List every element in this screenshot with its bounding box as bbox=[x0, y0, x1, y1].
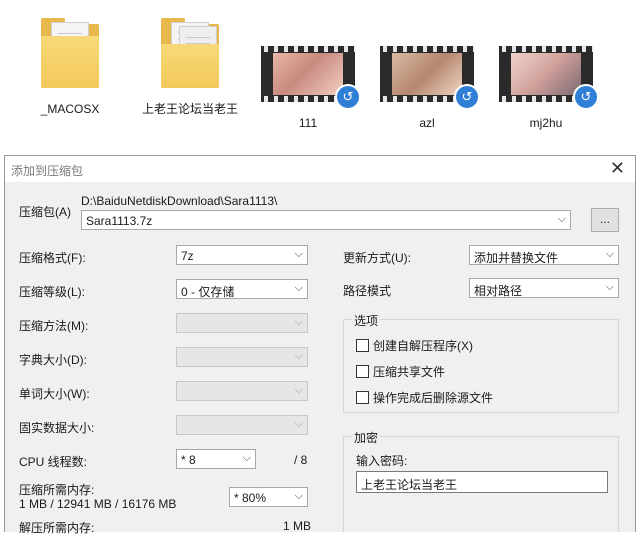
chevron-down-icon: ⌵ bbox=[294, 384, 303, 396]
sfx-checkbox-label: 创建自解压程序(X) bbox=[373, 339, 473, 353]
cpu-threads-max: / 8 bbox=[294, 453, 308, 467]
close-icon[interactable]: ✕ bbox=[610, 158, 625, 178]
file-item-folder-macosx[interactable]: _MACOSX bbox=[15, 10, 125, 117]
video-thumbnail-icon: ↺ bbox=[491, 10, 601, 110]
chevron-down-icon: ⌵ bbox=[294, 248, 303, 260]
encryption-group: 加密 输入密码: 上老王论坛当老王 bbox=[343, 429, 619, 532]
file-item-video-azl[interactable]: ↺ azl bbox=[372, 10, 482, 131]
play-badge-icon: ↺ bbox=[454, 84, 480, 110]
chevron-down-icon: ⌵ bbox=[294, 282, 303, 294]
mem-usage-select[interactable]: * 80% ⌵ bbox=[229, 487, 308, 507]
checkbox-icon bbox=[356, 339, 369, 352]
dialog-title: 添加到压缩包 bbox=[11, 164, 84, 178]
update-mode-select[interactable]: 添加并替换文件 ⌵ bbox=[469, 245, 619, 265]
file-name: azl bbox=[419, 116, 435, 130]
cpu-threads-value: * 8 bbox=[181, 453, 196, 467]
solid-size-label: 固实数据大小: bbox=[19, 421, 95, 435]
method-select[interactable]: ⌵ bbox=[176, 313, 308, 333]
path-mode-value: 相对路径 bbox=[474, 284, 523, 298]
video-thumbnail-icon: ↺ bbox=[253, 10, 363, 110]
checkbox-icon bbox=[356, 391, 369, 404]
password-input[interactable]: 上老王论坛当老王 bbox=[356, 471, 608, 493]
shared-files-checkbox[interactable]: 压缩共享文件 bbox=[356, 363, 445, 380]
archive-name-combo[interactable]: Sara1113.7z ⌵ bbox=[81, 210, 571, 230]
chevron-down-icon: ⌵ bbox=[605, 248, 614, 260]
play-badge-icon: ↺ bbox=[573, 84, 599, 110]
encryption-legend: 加密 bbox=[352, 429, 381, 446]
checkbox-icon bbox=[356, 365, 369, 378]
chevron-down-icon: ⌵ bbox=[294, 316, 303, 328]
chevron-down-icon: ⌵ bbox=[605, 281, 614, 293]
archive-path: D:\BaiduNetdiskDownload\Sara1113\ bbox=[81, 194, 278, 208]
cpu-threads-select[interactable]: * 8 ⌵ bbox=[176, 449, 256, 469]
level-value: 0 - 仅存储 bbox=[181, 285, 235, 299]
archive-label: 压缩包(A) bbox=[19, 205, 71, 219]
password-label: 输入密码: bbox=[356, 454, 408, 468]
path-mode-select[interactable]: 相对路径 ⌵ bbox=[469, 278, 619, 298]
folder-icon bbox=[15, 10, 125, 102]
file-list: _MACOSX 上老王论坛当老王 ↺ 111 ↺ azl ↺ mj2hu bbox=[0, 0, 638, 152]
file-name: 上老王论坛当老王 bbox=[142, 102, 239, 116]
file-name: 111 bbox=[298, 116, 318, 130]
file-item-folder-laowang[interactable]: 上老王论坛当老王 bbox=[135, 10, 245, 117]
delete-after-checkbox-label: 操作完成后删除源文件 bbox=[373, 391, 494, 405]
file-item-video-mj2hu[interactable]: ↺ mj2hu bbox=[491, 10, 601, 131]
video-thumbnail-icon: ↺ bbox=[372, 10, 482, 110]
dict-size-label: 字典大小(D): bbox=[19, 353, 87, 367]
password-value: 上老王论坛当老王 bbox=[361, 478, 458, 492]
play-badge-icon: ↺ bbox=[335, 84, 361, 110]
options-group: 选项 创建自解压程序(X) 压缩共享文件 操作完成后删除源文件 bbox=[343, 312, 619, 413]
options-legend: 选项 bbox=[352, 312, 381, 329]
file-item-video-111[interactable]: ↺ 111 bbox=[253, 10, 363, 131]
format-value: 7z bbox=[181, 249, 194, 263]
chevron-down-icon: ⌵ bbox=[294, 490, 303, 502]
mem-usage-value: * 80% bbox=[234, 491, 267, 505]
word-size-select[interactable]: ⌵ bbox=[176, 381, 308, 401]
browse-button[interactable]: ... bbox=[591, 208, 619, 232]
mem-compress-label: 压缩所需内存: bbox=[19, 483, 95, 497]
delete-after-checkbox[interactable]: 操作完成后删除源文件 bbox=[356, 389, 493, 406]
add-to-archive-dialog: 添加到压缩包 ✕ 压缩包(A) D:\BaiduNetdiskDownload\… bbox=[4, 155, 636, 535]
mem-compress-detail: 1 MB / 12941 MB / 16176 MB bbox=[19, 497, 177, 511]
file-name: mj2hu bbox=[529, 116, 563, 130]
dialog-titlebar[interactable]: 添加到压缩包 ✕ bbox=[5, 156, 635, 182]
update-mode-label: 更新方式(U): bbox=[343, 251, 411, 265]
path-mode-label: 路径模式 bbox=[343, 284, 392, 298]
format-label: 压缩格式(F): bbox=[19, 251, 86, 265]
update-mode-value: 添加并替换文件 bbox=[474, 251, 559, 265]
sfx-checkbox[interactable]: 创建自解压程序(X) bbox=[356, 337, 473, 354]
dict-size-select[interactable]: ⌵ bbox=[176, 347, 308, 367]
mem-decompress-label: 解压所需内存: bbox=[19, 521, 95, 535]
folder-icon bbox=[135, 10, 245, 102]
chevron-down-icon: ⌵ bbox=[557, 213, 566, 225]
chevron-down-icon: ⌵ bbox=[294, 418, 303, 430]
solid-size-select[interactable]: ⌵ bbox=[176, 415, 308, 435]
level-label: 压缩等级(L): bbox=[19, 285, 86, 299]
shared-files-checkbox-label: 压缩共享文件 bbox=[373, 365, 446, 379]
cpu-threads-label: CPU 线程数: bbox=[19, 455, 88, 469]
format-select[interactable]: 7z ⌵ bbox=[176, 245, 308, 265]
level-select[interactable]: 0 - 仅存储 ⌵ bbox=[176, 279, 308, 299]
chevron-down-icon: ⌵ bbox=[242, 452, 251, 464]
chevron-down-icon: ⌵ bbox=[294, 350, 303, 362]
file-name: _MACOSX bbox=[40, 102, 100, 116]
archive-name-value: Sara1113.7z bbox=[86, 214, 153, 228]
method-label: 压缩方法(M): bbox=[19, 319, 89, 333]
word-size-label: 单词大小(W): bbox=[19, 387, 90, 401]
